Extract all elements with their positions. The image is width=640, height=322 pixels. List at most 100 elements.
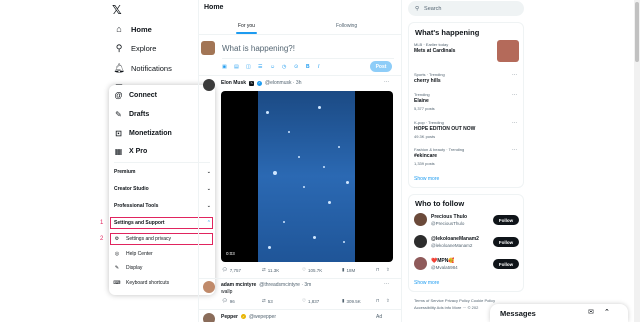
menu-keyboard-shortcuts[interactable]: ⌨ Keyboard shortcuts: [113, 280, 211, 286]
grok-icon[interactable]: ◫: [246, 64, 251, 70]
footer-links-2[interactable]: Accessibility Ads info More ··· © 202: [414, 305, 478, 310]
nav-explore[interactable]: ⚲ Explore: [114, 43, 157, 53]
menu-help-center[interactable]: ◎ Help Center: [114, 251, 211, 257]
post-button[interactable]: Post: [370, 61, 392, 72]
bookmark-button[interactable]: ⊓: [376, 298, 380, 304]
trend-title[interactable]: Mets at Cardinals: [414, 48, 455, 54]
share-button[interactable]: ⇧: [386, 298, 390, 304]
nav-notifications[interactable]: 🔔︎ Notifications: [113, 63, 172, 73]
location-icon[interactable]: ⊙: [294, 64, 298, 70]
gif-icon[interactable]: ▤: [234, 64, 239, 70]
menu-help-center-label: Help Center: [126, 251, 153, 257]
repost-button[interactable]: ⇄ 53: [262, 298, 273, 304]
views-button[interactable]: ▮ 309.5K: [342, 298, 361, 304]
more-icon[interactable]: ···: [512, 92, 517, 98]
trend-meta: K-pop · Trending: [414, 120, 444, 125]
video-timestamp: 0:03: [226, 251, 235, 256]
menu-xpro[interactable]: ▦ X Pro: [114, 147, 211, 156]
menu-professional-tools[interactable]: Professional Tools ⌄: [114, 203, 211, 209]
compose-input[interactable]: What is happening?!: [222, 44, 295, 53]
video-player[interactable]: 0:03: [221, 91, 393, 262]
annotation-label-1: 1: [100, 220, 104, 226]
nav-notifications-label: Notifications: [131, 63, 172, 73]
repost-count: 11.3K: [267, 267, 280, 273]
follow-handle: @PreciousThulo: [431, 221, 465, 226]
more-icon[interactable]: ···: [512, 147, 517, 153]
tweet-author[interactable]: Elon Musk: [221, 80, 246, 86]
avatar[interactable]: [414, 213, 427, 226]
more-icon[interactable]: ···: [512, 120, 517, 126]
avatar[interactable]: [203, 79, 215, 91]
bookmark-button[interactable]: ⊓: [376, 267, 380, 273]
avatar[interactable]: [203, 281, 215, 293]
more-icon[interactable]: ···: [512, 72, 517, 78]
trend-count: 5,377 posts: [414, 106, 435, 111]
follow-handle: @lekoloaneManam2: [431, 243, 473, 248]
avatar[interactable]: [414, 257, 427, 270]
follow-name[interactable]: @lekoloaneManam2: [431, 236, 479, 242]
follow-button[interactable]: Follow: [493, 237, 519, 247]
compose-message-icon[interactable]: ✉: [588, 308, 594, 316]
search-placeholder: Search: [424, 5, 442, 12]
menu-keyboard-shortcuts-label: Keyboard shortcuts: [126, 280, 170, 286]
menu-creator-studio-label: Creator Studio: [114, 186, 149, 192]
trend-thumbnail[interactable]: [497, 40, 519, 62]
menu-connect[interactable]: @ Connect: [114, 91, 211, 100]
more-icon[interactable]: ···: [384, 281, 389, 287]
tweet-handle-time: @elonmusk · 3h: [265, 80, 302, 86]
footer-links-1[interactable]: Terms of Service Privacy Policy Cookie P…: [414, 298, 495, 303]
search-input[interactable]: ⚲ Search: [408, 1, 524, 16]
like-button[interactable]: ♡ 105.7K: [302, 267, 322, 273]
follow-button[interactable]: Follow: [493, 215, 519, 225]
trend-title[interactable]: HOPE EDITION OUT NOW: [414, 126, 475, 132]
avatar[interactable]: [203, 313, 215, 322]
like-button[interactable]: ♡ 1,837: [302, 298, 319, 304]
divider: [198, 278, 402, 279]
at-icon: @: [114, 91, 123, 100]
media-icon[interactable]: ▣: [222, 64, 227, 70]
menu-monetization[interactable]: ⊡ Monetization: [114, 129, 211, 138]
share-icon: ⇧: [386, 298, 390, 303]
show-more-follow[interactable]: Show more: [414, 280, 439, 286]
avatar[interactable]: [414, 235, 427, 248]
display-icon: ✎: [114, 265, 120, 271]
tab-for-you[interactable]: For you: [236, 23, 257, 34]
more-icon[interactable]: ···: [384, 79, 389, 85]
search-icon: ⚲: [415, 5, 420, 12]
emoji-icon[interactable]: ☺: [270, 64, 275, 70]
avatar[interactable]: [201, 41, 215, 55]
menu-premium[interactable]: Premium ⌄: [114, 169, 211, 175]
follow-name[interactable]: Precious Thulo: [431, 214, 467, 220]
share-button[interactable]: ⇧: [386, 267, 390, 273]
schedule-icon[interactable]: ◷: [282, 64, 286, 70]
nav-home[interactable]: ⌂ Home: [114, 24, 152, 34]
bold-icon[interactable]: B: [306, 64, 310, 70]
reply-button[interactable]: 💬︎ 96: [222, 298, 235, 304]
views-button[interactable]: ▮ 18M: [342, 267, 355, 273]
chevron-up-icon[interactable]: ⌃: [604, 308, 610, 316]
trend-title[interactable]: #ekincare: [414, 153, 437, 159]
menu-display[interactable]: ✎ Display: [114, 265, 211, 271]
follow-button[interactable]: Follow: [493, 259, 519, 269]
repost-button[interactable]: ⇄ 11.3K: [262, 267, 279, 273]
tab-following[interactable]: Following: [336, 23, 357, 29]
help-icon: ◎: [114, 251, 120, 257]
scrollbar-thumb[interactable]: [635, 2, 639, 62]
reply-icon: 💬︎: [222, 267, 228, 272]
follow-name[interactable]: ❤️MPN🥰: [431, 258, 455, 264]
italic-icon[interactable]: I: [318, 64, 319, 70]
poll-icon[interactable]: ☰: [258, 64, 262, 70]
menu-drafts[interactable]: ✎ Drafts: [114, 110, 211, 119]
home-icon: ⌂: [116, 24, 122, 34]
trend-title[interactable]: Elaine: [414, 98, 429, 104]
tweet-author[interactable]: adam mcintyre: [221, 282, 256, 288]
show-more-trends[interactable]: Show more: [414, 176, 439, 182]
x-logo[interactable]: 𝕏: [112, 3, 122, 17]
menu-creator-studio[interactable]: Creator Studio ⌄: [114, 186, 211, 192]
reply-button[interactable]: 💬︎ 7,757: [222, 267, 241, 273]
divider: [198, 309, 402, 310]
tweet-author[interactable]: Pepper: [221, 314, 238, 320]
ad-label: Ad: [376, 314, 383, 320]
trend-title[interactable]: cherry hills: [414, 78, 441, 84]
messages-drawer[interactable]: Messages ✉ ⌃: [490, 304, 628, 322]
